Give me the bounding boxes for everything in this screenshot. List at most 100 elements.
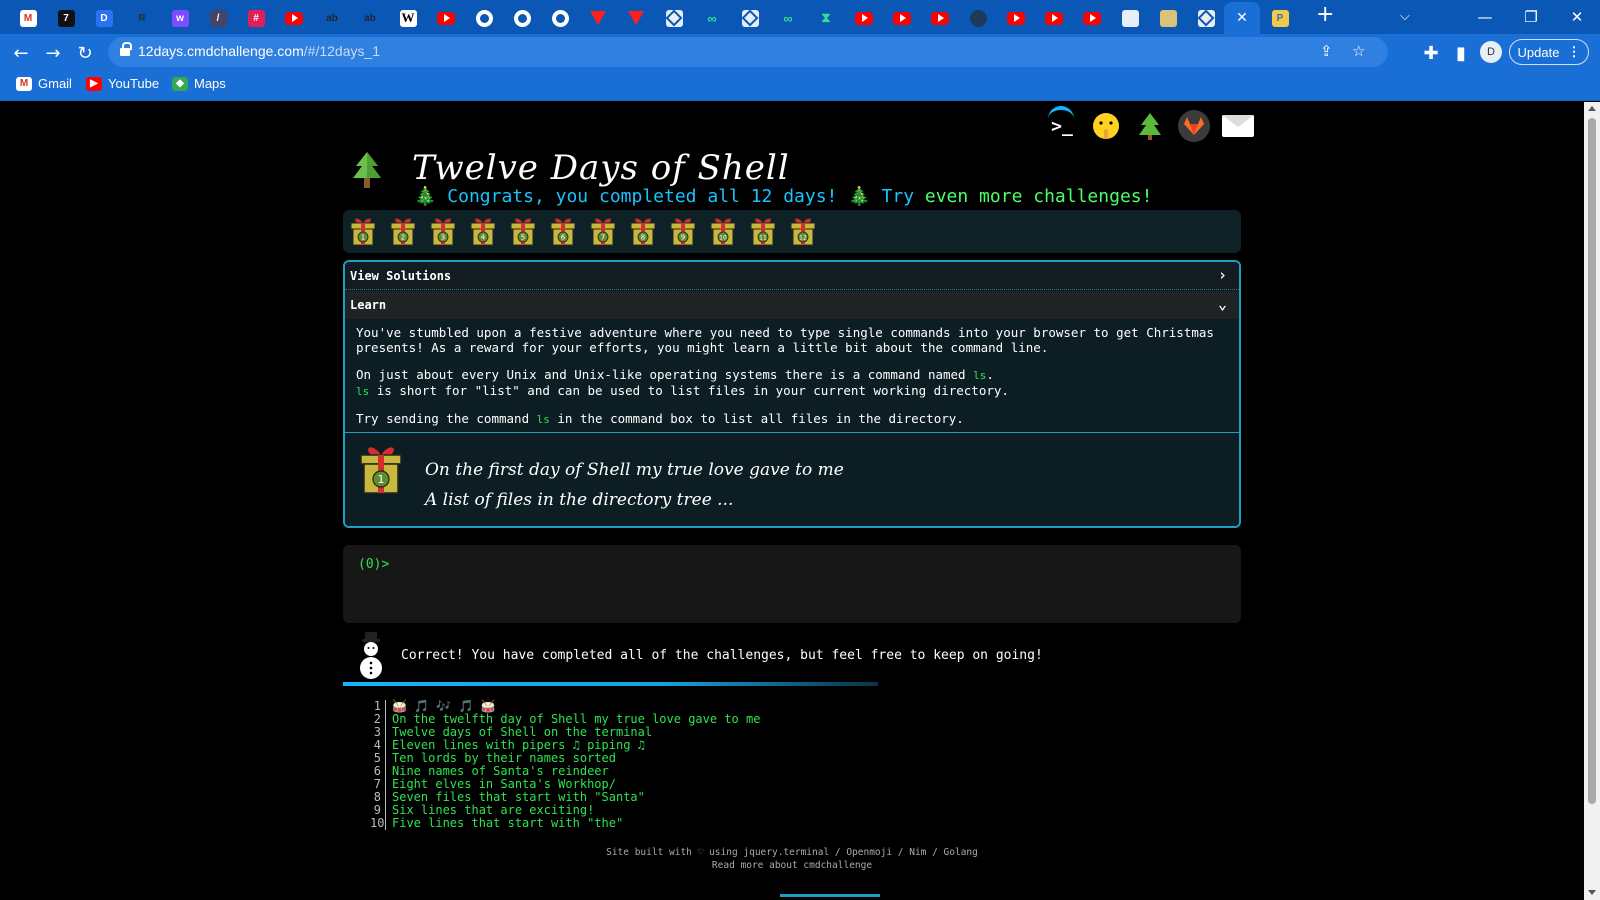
kebab-menu-icon[interactable]: ⋮: [1567, 44, 1580, 60]
profile-avatar[interactable]: D: [1480, 41, 1502, 63]
tab-youtube-8[interactable]: [1074, 4, 1110, 32]
gift-icon-day-1[interactable]: 1: [350, 216, 376, 246]
gift-icon-day-7[interactable]: 7: [590, 216, 616, 246]
url-text[interactable]: 12days.cmdchallenge.com/#/12days_1: [138, 43, 380, 59]
tab-slash[interactable]: /: [200, 4, 236, 32]
gift-number: 11: [759, 235, 767, 242]
back-arrow-icon[interactable]: ←: [8, 40, 34, 66]
tab-github-2[interactable]: [504, 4, 540, 32]
learn-p2b-text: is short for "list" and can be used to l…: [376, 383, 1009, 398]
gift-icon-day-3[interactable]: 3: [430, 216, 456, 246]
scroll-thumb[interactable]: [1588, 118, 1596, 804]
gift-icon-day-2[interactable]: 2: [390, 216, 416, 246]
gitlab-icon[interactable]: [1178, 110, 1210, 142]
tab-github-3[interactable]: [542, 4, 578, 32]
tab-book[interactable]: [1112, 4, 1148, 32]
tab-7[interactable]: 7: [48, 4, 84, 32]
terminal-prompt[interactable]: (0)>: [358, 557, 1226, 572]
gift-icon-day-10[interactable]: 10: [710, 216, 736, 246]
tab-github-1[interactable]: [466, 4, 502, 32]
tab-hex-3[interactable]: [1188, 4, 1224, 32]
github-icon: [551, 9, 569, 27]
update-button[interactable]: Update ⋮: [1509, 39, 1589, 65]
more-challenges-link[interactable]: Try even more challenges!: [882, 186, 1153, 207]
gift-number: 9: [681, 234, 685, 242]
gift-icon-day-11[interactable]: 11: [750, 216, 776, 246]
terminal-icon[interactable]: >_: [1046, 106, 1078, 142]
tab-gmail[interactable]: M: [10, 4, 46, 32]
view-solutions-toggle[interactable]: View Solutions ›: [345, 262, 1239, 290]
tab-youtube-6[interactable]: [998, 4, 1034, 32]
restore-button[interactable]: ❐: [1508, 0, 1554, 34]
reload-icon[interactable]: ↻: [72, 40, 98, 66]
scroll-up-icon[interactable]: [1588, 106, 1596, 111]
bookmark-star-icon[interactable]: ☆: [1352, 42, 1365, 60]
tab-infinity-2[interactable]: ∞: [770, 4, 806, 32]
tab-vivaldi-1[interactable]: [580, 4, 616, 32]
gift-icon-day-6[interactable]: 6: [550, 216, 576, 246]
tab-ab-1[interactable]: ab: [314, 4, 350, 32]
footer-read-more-link[interactable]: Read more about cmdchallenge: [0, 859, 1584, 872]
forward-arrow-icon[interactable]: →: [40, 40, 66, 66]
mail-icon-wrap[interactable]: [1222, 110, 1254, 142]
command-terminal[interactable]: (0)>: [343, 545, 1241, 623]
scroll-down-icon[interactable]: [1588, 890, 1596, 895]
tab-w[interactable]: w: [162, 4, 198, 32]
bookmark-gmail[interactable]: M Gmail: [16, 76, 72, 91]
tab-hex-2[interactable]: [732, 4, 768, 32]
gift-icon-day-5[interactable]: 5: [510, 216, 536, 246]
tab-youtube-5[interactable]: [922, 4, 958, 32]
tab-active-close[interactable]: ✕: [1224, 2, 1260, 34]
tab-python[interactable]: P: [1262, 4, 1298, 32]
gift-icon-day-9[interactable]: 9: [670, 216, 696, 246]
youtube-icon: [855, 11, 873, 25]
gift-icon-day-12[interactable]: 12: [790, 216, 816, 246]
tab-youtube-2[interactable]: [428, 4, 464, 32]
tab-strip: M 7 D R w / # ab ab W ∞ ∞ ⧗ ✕ P + ⌵ — ❐ …: [0, 0, 1600, 34]
youtube-icon: [1007, 11, 1025, 25]
side-panel-icon[interactable]: ▮: [1448, 40, 1474, 66]
tab-image[interactable]: [1150, 4, 1186, 32]
new-tab-button[interactable]: +: [1316, 2, 1334, 27]
address-bar[interactable]: 12days.cmdchallenge.com/#/12days_1 ⇪ ☆: [108, 37, 1388, 67]
hex-icon: [665, 9, 683, 27]
bookmark-youtube[interactable]: ▶ YouTube: [86, 76, 159, 91]
tab-ab-2[interactable]: ab: [352, 4, 388, 32]
congrats-row: 🎄 Congrats, you completed all 12 days! 🎄…: [414, 186, 1152, 207]
tree-icon[interactable]: [1134, 110, 1166, 142]
seven-icon: 7: [57, 9, 75, 27]
tab-r[interactable]: R: [124, 4, 160, 32]
gift-icon-day-8[interactable]: 8: [630, 216, 656, 246]
close-icon[interactable]: ✕: [1236, 10, 1248, 26]
ls-command: ls: [356, 385, 370, 398]
tab-youtube-7[interactable]: [1036, 4, 1072, 32]
tab-youtube-3[interactable]: [846, 4, 882, 32]
poem-line-2: A list of files in the directory tree ..…: [425, 490, 734, 510]
tab-vivaldi-2[interactable]: [618, 4, 654, 32]
tab-wikipedia[interactable]: W: [390, 4, 426, 32]
page-scrollbar[interactable]: [1584, 102, 1600, 900]
tab-youtube-1[interactable]: [276, 4, 312, 32]
tab-hourglass[interactable]: ⧗: [808, 4, 844, 32]
window-close-button[interactable]: ✕: [1554, 0, 1600, 34]
more-link-rest: even more challenges!: [924, 186, 1153, 207]
extensions-puzzle-icon[interactable]: ✚: [1418, 40, 1444, 66]
tab-docs[interactable]: D: [86, 4, 122, 32]
youtube-icon: [893, 11, 911, 25]
gift-icon-day-4[interactable]: 4: [470, 216, 496, 246]
tab-youtube-4[interactable]: [884, 4, 920, 32]
view-solutions-label: View Solutions: [350, 269, 452, 283]
tab-globe[interactable]: [960, 4, 996, 32]
bookmark-maps[interactable]: ◆ Maps: [172, 76, 226, 91]
minimize-button[interactable]: —: [1462, 0, 1508, 34]
learn-toggle[interactable]: Learn ⌄: [345, 291, 1239, 319]
learn-p3-text: Try sending the command: [356, 411, 530, 426]
tab-hex-1[interactable]: [656, 4, 692, 32]
tab-search-chevron-icon[interactable]: ⌵: [1400, 9, 1410, 24]
shushing-face-icon[interactable]: [1090, 110, 1122, 142]
tab-infinity-1[interactable]: ∞: [694, 4, 730, 32]
tab-slack[interactable]: #: [238, 4, 274, 32]
mail-icon: [1222, 115, 1254, 137]
prompt-text: (0)>: [358, 557, 390, 572]
share-icon[interactable]: ⇪: [1320, 42, 1333, 60]
